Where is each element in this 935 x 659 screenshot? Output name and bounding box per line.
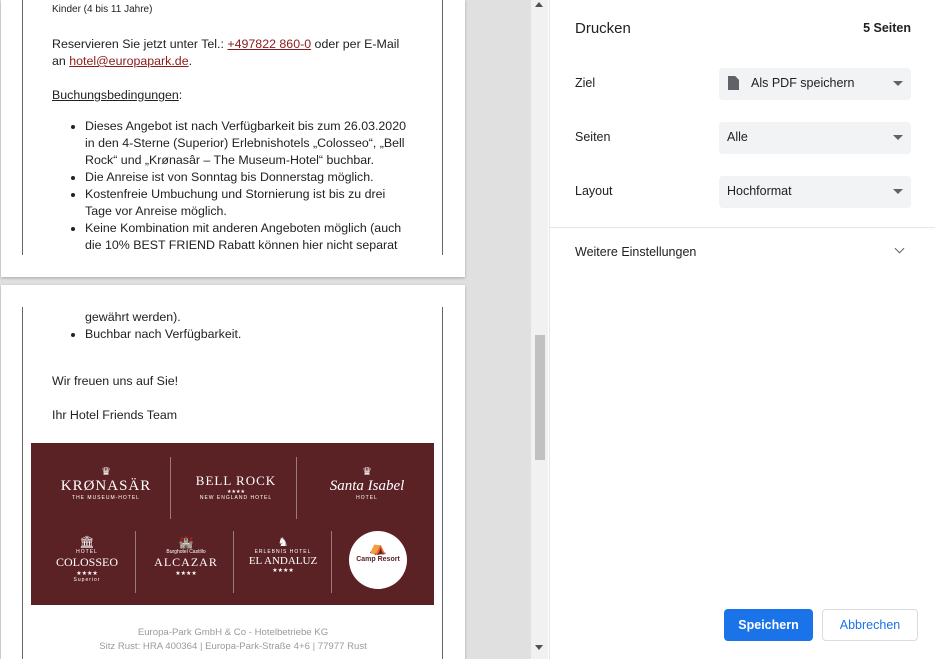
preview-page-1: Kinder (4 bis 11 Jahre) Reservieren Sie … <box>1 0 465 277</box>
horse-icon: ♞ <box>277 535 289 549</box>
print-preview: Kinder (4 bis 11 Jahre) Reservieren Sie … <box>0 0 548 659</box>
divider <box>170 457 171 519</box>
destination-select[interactable]: Als PDF speichern <box>719 68 911 100</box>
page-margin-left <box>22 307 23 659</box>
alcazar-logo: 🏰 Burghotel Castillo ALCAZAR ★★★★ <box>141 535 231 577</box>
castle-icon: 🏰 <box>178 535 194 549</box>
scrollbar-thumb[interactable] <box>535 335 545 460</box>
colosseo-logo: 🏛 HOTEL COLOSSEO ★★★★ Superior <box>41 535 133 583</box>
divider <box>135 531 136 593</box>
list-item: Kostenfreie Umbuchung und Stornierung is… <box>85 186 412 220</box>
scroll-down-arrow-icon[interactable] <box>535 645 543 650</box>
colosseum-icon: 🏛 <box>79 535 95 549</box>
wagon-icon: ⛺ <box>369 539 387 555</box>
signature-text: Ihr Hotel Friends Team <box>52 408 178 422</box>
save-button[interactable]: Speichern <box>724 609 813 641</box>
pages-label: Seiten <box>575 130 611 144</box>
divider <box>331 531 332 593</box>
preview-scrollbar[interactable] <box>531 0 548 659</box>
kronasar-logo: ♛ KRØNASÄR THE MUSEUM-HOTEL <box>51 465 161 501</box>
panel-title: Drucken <box>575 20 631 37</box>
closing-text: Wir freuen uns auf Sie! <box>52 374 179 388</box>
list-item: Dieses Angebot ist nach Verfügbarkeit bi… <box>85 118 412 169</box>
chevron-down-icon[interactable] <box>894 243 905 254</box>
email-link[interactable]: hotel@europapark.de <box>69 54 188 68</box>
list-item: Buchbar nach Verfügbarkeit. <box>85 326 412 343</box>
crown-icon: ♛ <box>362 466 372 478</box>
list-item: Die Anreise ist von Sonntag bis Donnerst… <box>85 169 412 186</box>
cancel-button[interactable]: Abbrechen <box>822 609 918 641</box>
divider <box>550 227 935 228</box>
el-andaluz-logo: ♞ ERLEBNIS HOTEL EL ANDALUZ ★★★★ <box>237 535 329 574</box>
dropdown-arrow-icon <box>893 81 903 86</box>
continued-text: gewährt werden). <box>85 310 181 324</box>
pages-select[interactable]: Alle <box>719 122 911 154</box>
preview-page-2: gewährt werden). Buchbar nach Verfügbark… <box>1 285 465 659</box>
divider <box>296 457 297 519</box>
layout-label: Layout <box>575 184 613 198</box>
pages-value: Alle <box>727 130 748 144</box>
destination-value: Als PDF speichern <box>751 76 855 90</box>
layout-select[interactable]: Hochformat <box>719 176 911 208</box>
dropdown-arrow-icon <box>893 189 903 194</box>
document-icon <box>728 76 739 90</box>
print-settings-panel: Drucken 5 Seiten Ziel Als PDF speichern … <box>549 0 935 659</box>
scroll-up-arrow-icon[interactable] <box>535 2 543 7</box>
conditions-list: Dieses Angebot ist nach Verfügbarkeit bi… <box>52 118 412 254</box>
page-margin-right <box>442 307 443 659</box>
page-count: 5 Seiten <box>863 21 911 35</box>
divider <box>233 531 234 593</box>
footer-company: Europa-Park GmbH & Co - Hotelbetriebe KG <box>137 627 329 638</box>
dropdown-arrow-icon <box>893 135 903 140</box>
hotels-banner: ♛ KRØNASÄR THE MUSEUM-HOTEL BELL ROCK ★★… <box>31 443 434 605</box>
santa-isabel-logo: ♛ Santa Isabel HOTEL <box>305 465 429 501</box>
bullet-list-end: Buchbar nach Verfügbarkeit. <box>52 326 412 343</box>
footer-address: Sitz Rust: HRA 400364 | Europa-Park-Stra… <box>99 641 367 652</box>
crown-icon: ♛ <box>101 466 111 478</box>
camp-resort-logo: ⛺ Camp Resort <box>349 531 407 589</box>
conditions-heading: Buchungsbedingungen: <box>52 88 183 102</box>
more-settings-toggle[interactable]: Weitere Einstellungen <box>575 245 696 259</box>
page-margin-left <box>22 0 23 255</box>
list-item: Keine Kombination mit anderen Angeboten … <box>85 220 412 254</box>
kinder-text: Kinder (4 bis 11 Jahre) <box>52 4 153 15</box>
layout-value: Hochformat <box>727 184 792 198</box>
bellrock-logo: BELL ROCK ★★★★ NEW ENGLAND HOTEL <box>195 473 277 501</box>
page-margin-right <box>442 0 443 255</box>
phone-link[interactable]: +497822 860-0 <box>227 37 311 51</box>
reservation-text: Reservieren Sie jetzt unter Tel.: +49782… <box>52 37 400 68</box>
destination-label: Ziel <box>575 76 596 90</box>
